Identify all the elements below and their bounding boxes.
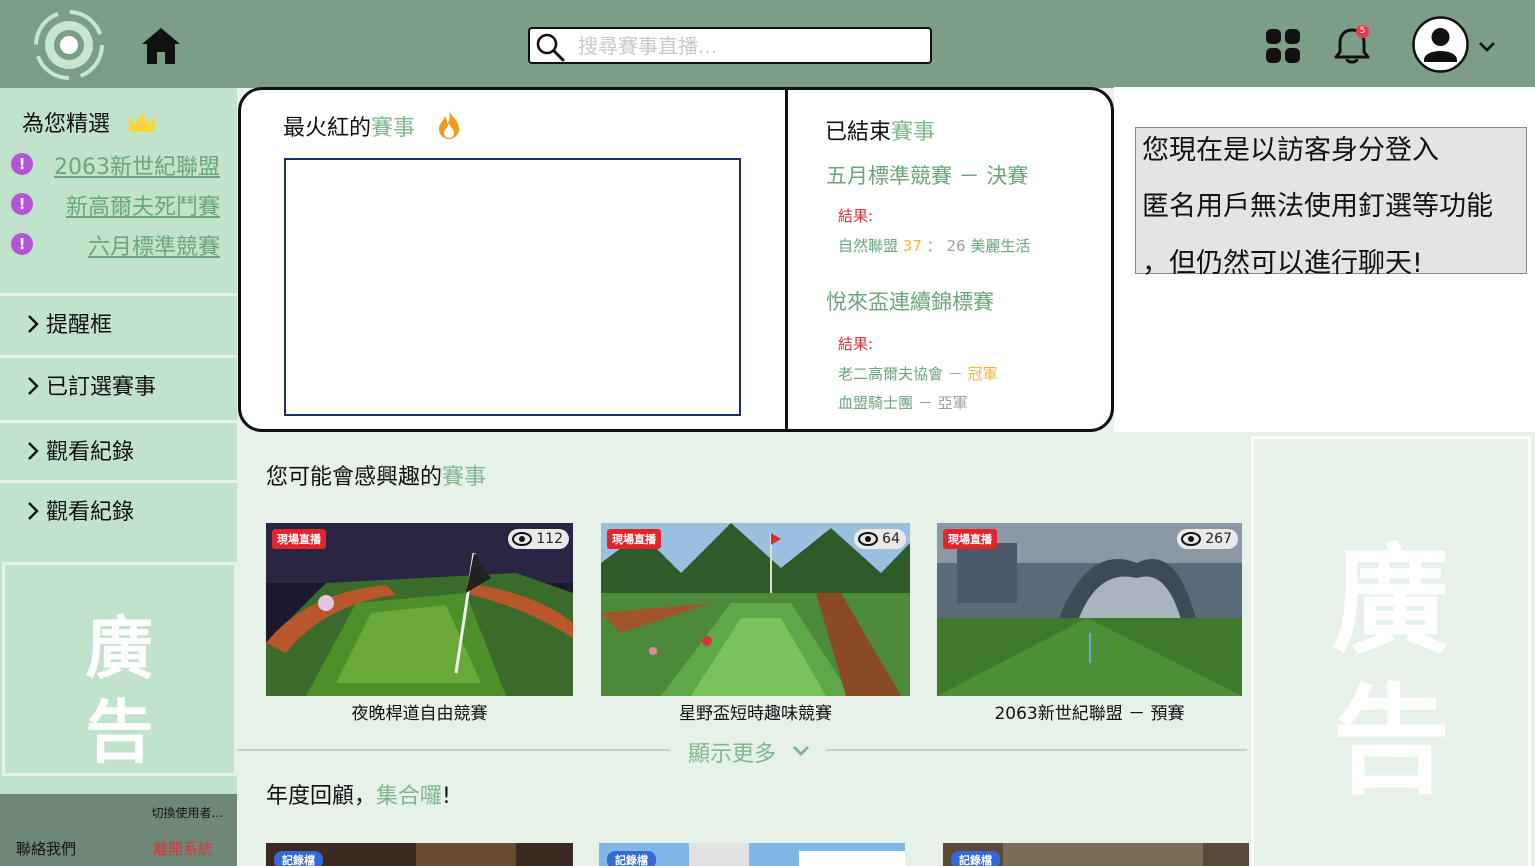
pick-item-2063[interactable]: ! 2063新世紀聯盟 xyxy=(0,147,237,181)
match-placement-line: 老二高爾夫協會 － 冠軍 xyxy=(838,365,998,383)
chevron-right-icon xyxy=(28,315,39,333)
card-title[interactable]: 夜晚桿道自由競賽 xyxy=(266,699,573,724)
alert-icon: ! xyxy=(11,233,33,255)
featured-panel: 最火紅的賽事 已結束賽事 五月標準競賽 － 決賽 結果: 自然聯盟 37 ： 2… xyxy=(238,87,1114,432)
sidebar-item-history-2[interactable]: 觀看紀錄 xyxy=(0,480,237,536)
notice-line: ，但仍然可以進行聊天! xyxy=(1142,248,1423,279)
record-card[interactable]: 記錄檔 xyxy=(599,843,905,866)
record-badge: 記錄檔 xyxy=(274,851,323,866)
crown-icon xyxy=(128,113,156,132)
card-title[interactable]: 星野盃短時趣味競賽 xyxy=(601,699,910,724)
logout-link[interactable]: 離開系統 xyxy=(153,838,213,859)
divider-line xyxy=(826,749,1247,751)
notice-line: 匿名用戶無法使用釘選等功能 xyxy=(1142,191,1493,222)
live-badge: 現場直播 xyxy=(272,529,326,549)
alert-icon: ! xyxy=(11,193,33,215)
right-ad-banner[interactable]: 廣 告 xyxy=(1251,436,1531,866)
search-bar[interactable] xyxy=(528,27,932,64)
sidebar-item-label: 提醒框 xyxy=(46,313,113,338)
view-count: 64 xyxy=(854,529,906,549)
flame-icon xyxy=(439,110,459,139)
review-section-title: 年度回顧，集合囉! xyxy=(266,784,451,809)
guest-notice: 您現在是以訪客身分登入 匿名用戶無法使用釘選等功能 ，但仍然可以進行聊天! xyxy=(1135,127,1527,279)
sidebar-item-subscribed[interactable]: 已訂選賽事 xyxy=(0,355,237,411)
record-card[interactable]: 記錄檔 xyxy=(943,843,1249,866)
live-badge: 現場直播 xyxy=(943,529,997,549)
result-label: 結果: xyxy=(838,335,874,353)
pick-item-label[interactable]: 2063新世紀聯盟 xyxy=(54,149,220,181)
match-placement-line: 血盟騎士團 － 亞軍 xyxy=(838,394,968,412)
top-header: 5 xyxy=(0,0,1535,88)
card-title[interactable]: 2063新世紀聯盟 － 預賽 xyxy=(937,699,1242,724)
divider-line xyxy=(237,749,670,751)
record-badge: 記錄檔 xyxy=(607,851,656,866)
left-sidebar: 為您精選 ! 2063新世紀聯盟 ! 新高爾夫死鬥賽 ! 六月標準競賽 提醒框 … xyxy=(0,88,237,866)
result-label: 結果: xyxy=(838,207,874,225)
eye-icon xyxy=(512,532,533,546)
record-badge: 記錄檔 xyxy=(951,851,1000,866)
interest-section-title: 您可能會感興趣的賽事 xyxy=(266,465,487,490)
chevron-right-icon xyxy=(28,442,39,460)
sidebar-item-label: 已訂選賽事 xyxy=(46,375,157,400)
chevron-down-icon[interactable] xyxy=(792,744,810,758)
search-icon[interactable] xyxy=(535,32,565,62)
pick-item-label[interactable]: 新高爾夫死鬥賽 xyxy=(66,189,220,221)
search-input[interactable] xyxy=(578,32,918,60)
eye-icon xyxy=(858,532,879,546)
sidebar-item-label: 觀看紀錄 xyxy=(46,500,135,525)
view-count: 112 xyxy=(508,529,569,549)
eye-icon xyxy=(1181,532,1202,546)
sidebar-footer: 切換使用者... 聯絡我們 離開系統 xyxy=(0,794,237,866)
user-avatar-icon[interactable] xyxy=(1412,16,1469,73)
record-card[interactable]: 記錄檔 xyxy=(266,843,573,866)
sidebar-item-reminders[interactable]: 提醒框 xyxy=(0,293,237,349)
match-score-line: 自然聯盟 37 ： 26 美麗生活 xyxy=(838,237,1031,255)
hot-events-title: 最火紅的賽事 xyxy=(283,116,416,141)
ended-events-title: 已結束賽事 xyxy=(825,120,936,145)
sidebar-item-history[interactable]: 觀看紀錄 xyxy=(0,420,237,476)
live-card[interactable]: 現場直播 64 星野盃短時趣味競賽 xyxy=(601,523,910,724)
live-badge: 現場直播 xyxy=(607,529,661,549)
live-card[interactable]: 現場直播 112 夜晚桿道自由競賽 xyxy=(266,523,573,724)
alert-icon: ! xyxy=(11,153,33,175)
notice-line: 您現在是以訪客身分登入 xyxy=(1142,135,1439,166)
switch-user-link[interactable]: 切換使用者... xyxy=(152,804,223,821)
sidebar-ad-banner[interactable]: 廣 告 xyxy=(2,562,237,776)
target-logo-icon[interactable] xyxy=(30,8,108,82)
picks-title: 為您精選 xyxy=(22,112,111,137)
ended-match-title[interactable]: 五月標準競賽 － 決賽 xyxy=(826,160,1028,190)
home-icon[interactable] xyxy=(140,26,182,66)
live-card[interactable]: 現場直播 267 2063新世紀聯盟 － 預賽 xyxy=(937,523,1242,724)
ended-match-title[interactable]: 悅來盃連續錦標賽 xyxy=(826,286,994,316)
panel-divider xyxy=(785,90,788,430)
pick-item-june-standard[interactable]: ! 六月標準競賽 xyxy=(0,227,237,261)
chevron-right-icon xyxy=(28,502,39,520)
sidebar-item-label: 觀看紀錄 xyxy=(46,440,135,465)
show-more-button[interactable]: 顯示更多 xyxy=(688,736,776,768)
contact-link[interactable]: 聯絡我們 xyxy=(16,838,76,859)
pick-item-golf-deathmatch[interactable]: ! 新高爾夫死鬥賽 xyxy=(0,187,237,221)
chevron-right-icon xyxy=(28,377,39,395)
notification-count-badge: 5 xyxy=(1356,25,1369,38)
grid-apps-icon[interactable] xyxy=(1265,28,1301,64)
chevron-down-icon[interactable] xyxy=(1478,40,1496,54)
ad-text: 告 xyxy=(85,694,154,773)
hot-stream-player[interactable] xyxy=(284,158,741,416)
pick-item-label[interactable]: 六月標準競賽 xyxy=(88,229,220,261)
view-count: 267 xyxy=(1177,529,1238,549)
ad-text: 告 xyxy=(1331,672,1450,810)
